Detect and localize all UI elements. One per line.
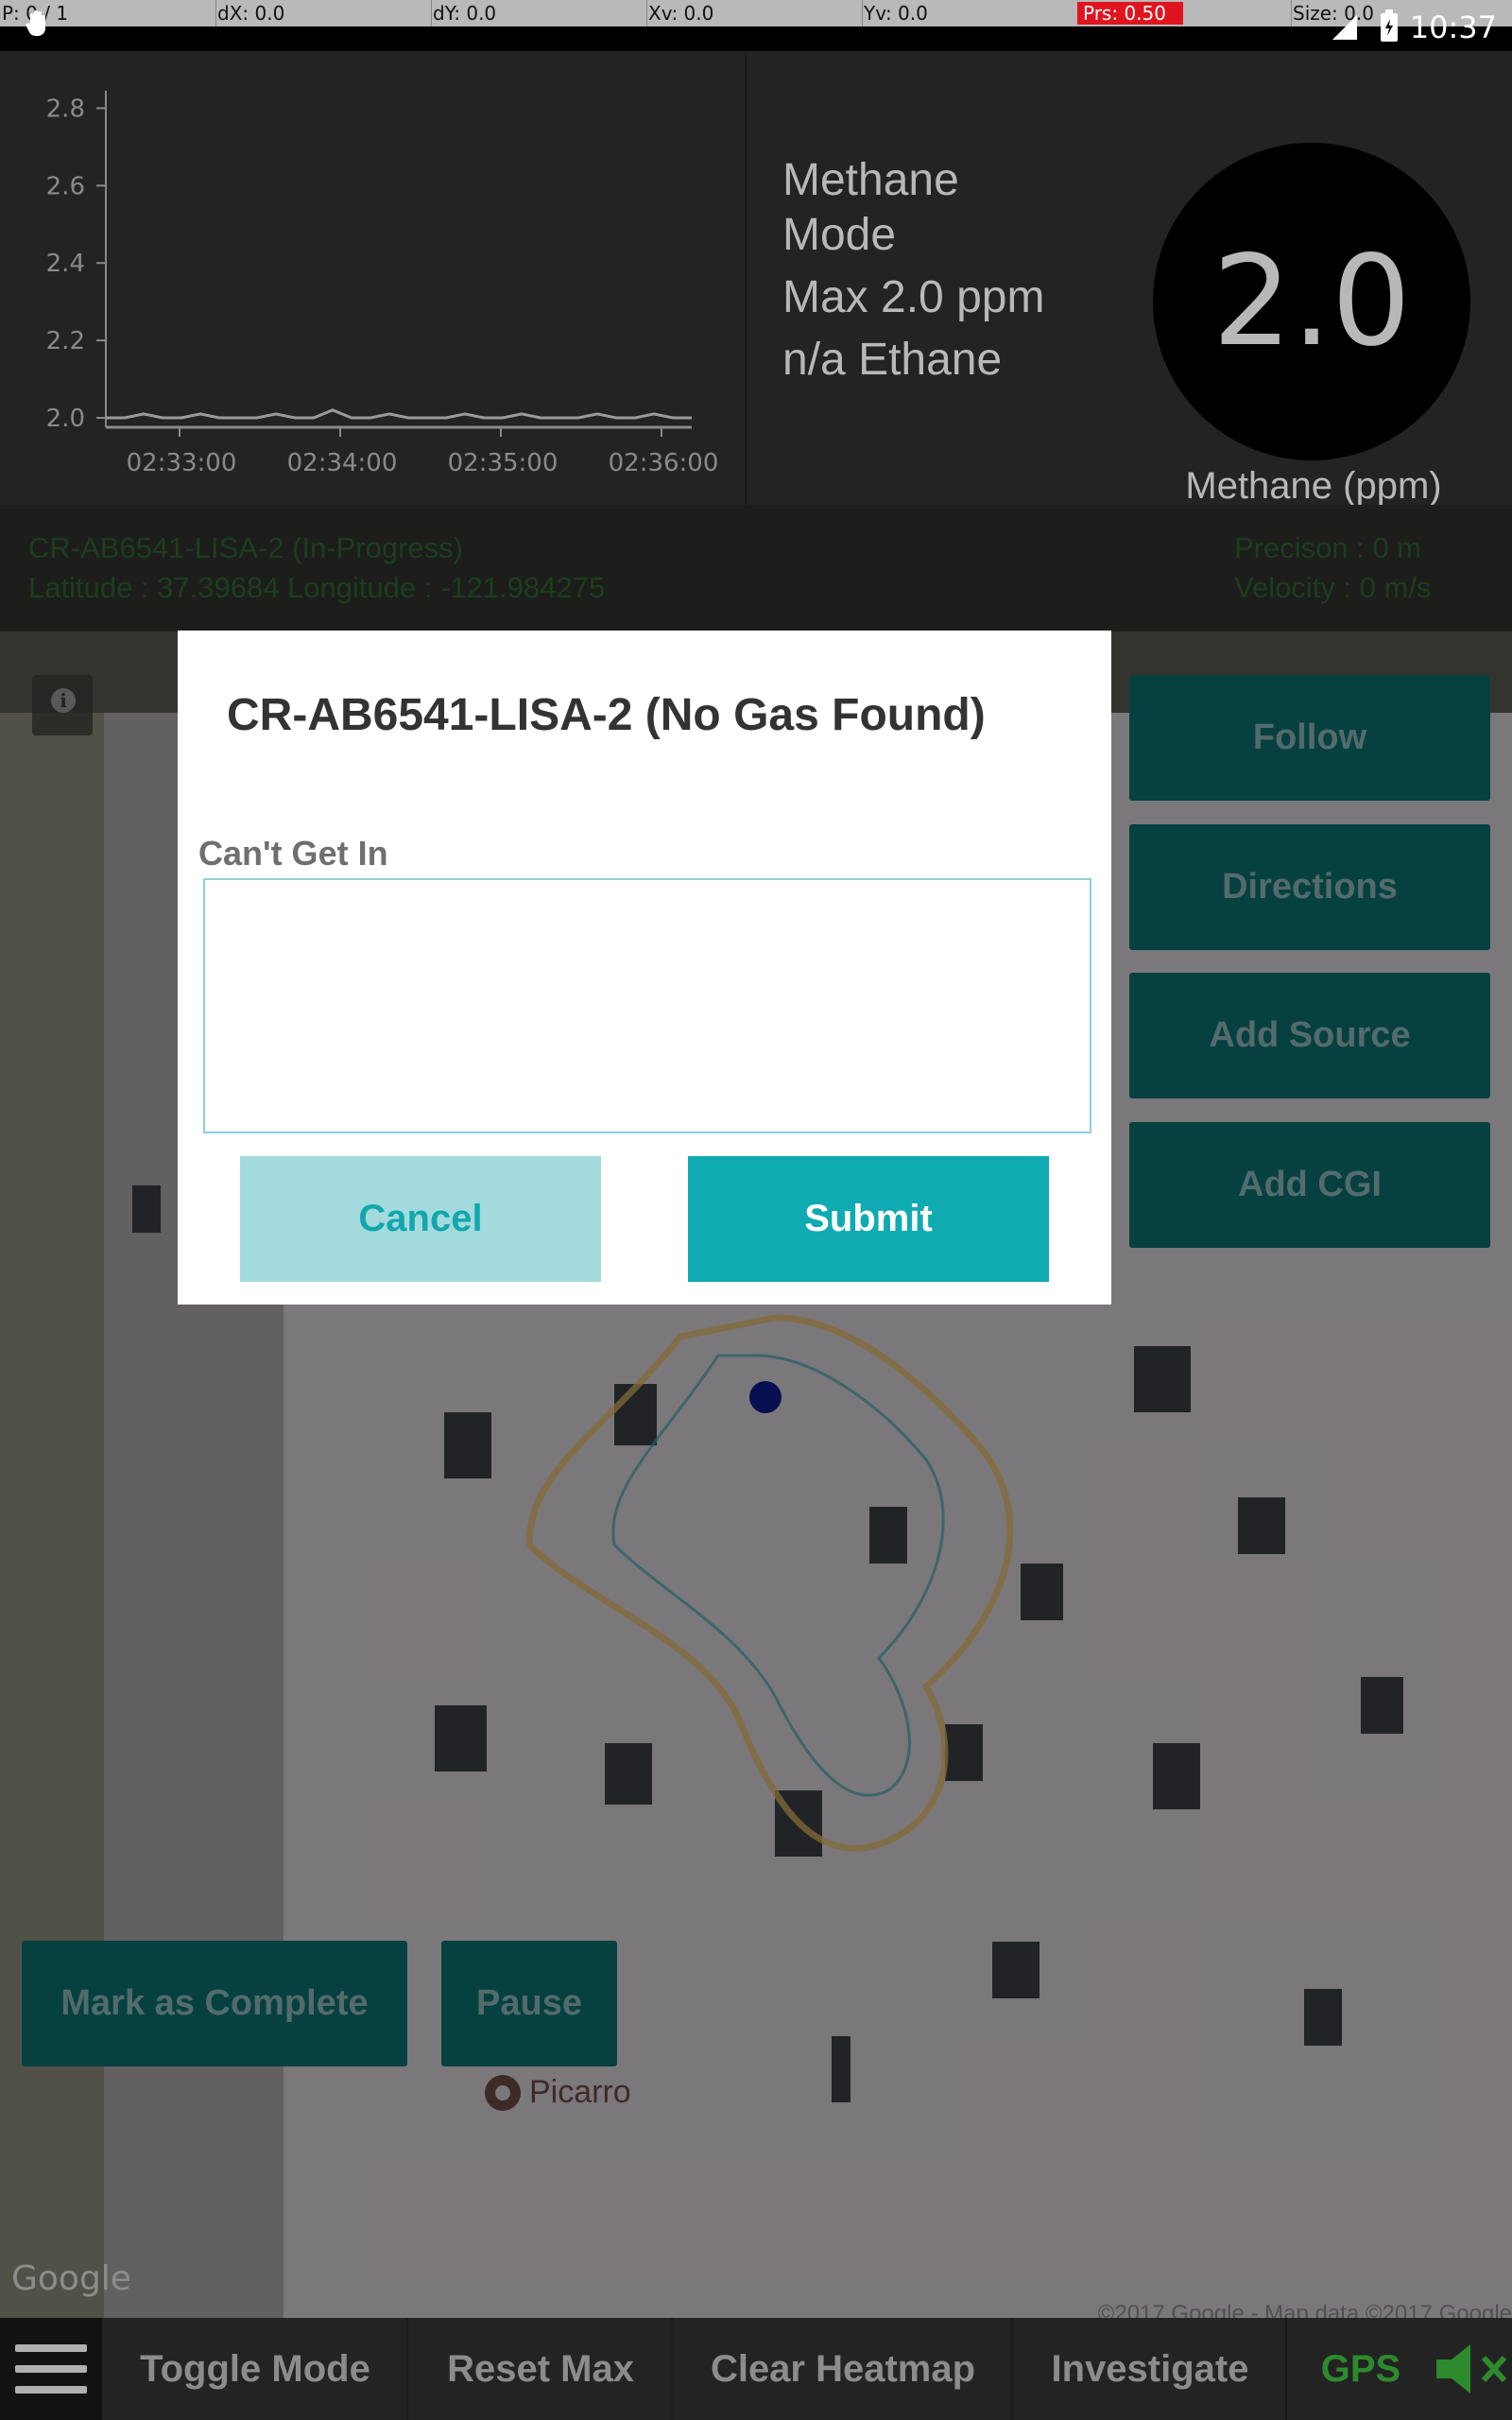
clock: 10:37	[1409, 9, 1497, 45]
status-bar: P: 0 / 1 dX: 0.0 dY: 0.0 Xv: 0.0 Yv: 0.0…	[0, 0, 1512, 51]
y-tick-label: 2.0	[46, 405, 85, 433]
max-readout: Max 2.0 ppm	[782, 272, 1045, 322]
debug-dy: dY: 0.0	[433, 2, 497, 25]
ethane-readout: n/a Ethane	[782, 335, 1003, 385]
y-tick-label: 2.6	[46, 172, 85, 200]
gauge-value: 2.0	[1212, 229, 1411, 374]
debug-dx: dX: 0.0	[217, 2, 285, 25]
x-tick-label: 02:36:00	[609, 449, 719, 477]
mode-readout: Methane Mode Max 2.0 ppm n/a Ethane	[782, 153, 1094, 388]
speaker-icon[interactable]	[1433, 2341, 1512, 2402]
submit-button[interactable]: Submit	[688, 1156, 1049, 1282]
toggle-mode-button[interactable]: Toggle Mode	[104, 2318, 408, 2420]
gauge-label: Methane (ppm)	[1185, 465, 1442, 507]
y-tick-label: 2.4	[46, 250, 85, 278]
debug-overlay: P: 0 / 1 dX: 0.0 dY: 0.0 Xv: 0.0 Yv: 0.0…	[0, 0, 1512, 26]
battery-icon	[1380, 9, 1399, 46]
dialog-field-label: Can't Get In	[198, 834, 388, 873]
methane-chart-svg: 2.0 2.2 2.4 2.6 2.8 02:33:00 02:34:00 02:35:00 0…	[46, 91, 719, 477]
y-tick-label: 2.2	[46, 327, 85, 355]
methane-chart: 2.0 2.2 2.4 2.6 2.8 02:33:00 02:34:00 02:35:00 0…	[0, 51, 747, 505]
mode-line-2: Mode	[782, 210, 897, 260]
investigate-button[interactable]: Investigate	[1015, 2318, 1287, 2420]
x-tick-label: 02:35:00	[448, 449, 558, 477]
menu-button[interactable]	[0, 2318, 102, 2420]
debug-xv: Xv: 0.0	[648, 2, 714, 25]
clear-heatmap-button[interactable]: Clear Heatmap	[675, 2318, 1013, 2420]
menu-icon	[15, 2344, 87, 2352]
cancel-button[interactable]: Cancel	[240, 1156, 601, 1282]
bottom-toolbar: Toggle Mode Reset Max Clear Heatmap Inve…	[0, 2318, 1512, 2420]
y-tick-label: 2.8	[46, 95, 85, 123]
gps-button[interactable]: GPS	[1289, 2318, 1433, 2420]
debug-yv: Yv: 0.0	[864, 2, 928, 25]
methane-series-line	[106, 408, 692, 420]
hand-icon	[25, 9, 51, 43]
methane-gauge: 2.0	[1153, 143, 1470, 460]
no-gas-dialog: CR-AB6541-LISA-2 (No Gas Found) Can't Ge…	[178, 631, 1111, 1305]
x-tick-label: 02:33:00	[127, 449, 237, 477]
sensor-panel: 2.0 2.2 2.4 2.6 2.8 02:33:00 02:34:00 02:35:00 0…	[0, 51, 1512, 507]
reset-max-button[interactable]: Reset Max	[410, 2318, 673, 2420]
signal-icon	[1331, 13, 1359, 46]
reason-input[interactable]	[203, 878, 1091, 1133]
debug-pressure: Prs: 0.50	[1077, 2, 1183, 25]
mode-line-1: Methane	[782, 155, 959, 205]
x-tick-label: 02:34:00	[287, 449, 398, 477]
dialog-title: CR-AB6541-LISA-2 (No Gas Found)	[227, 690, 986, 740]
